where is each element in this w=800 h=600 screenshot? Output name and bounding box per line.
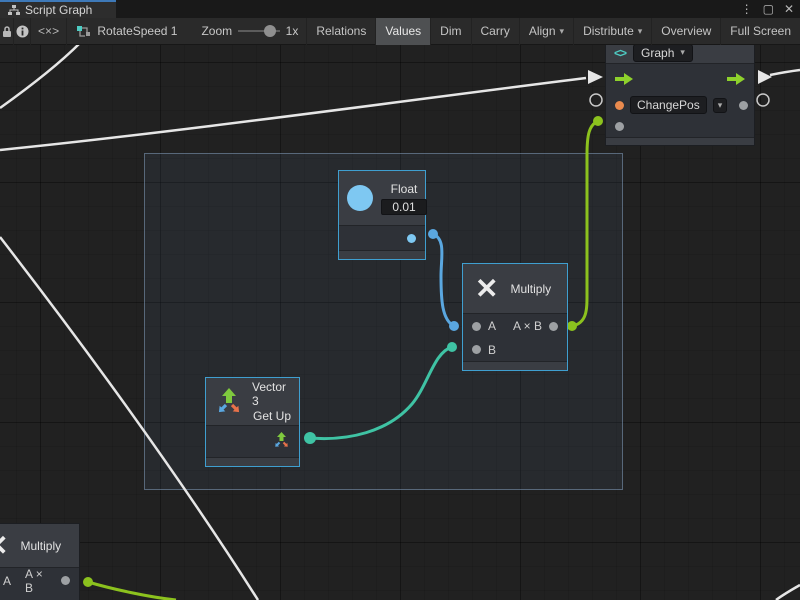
port-b-label: B — [488, 343, 496, 357]
toolbar-button-carry[interactable]: Carry — [471, 18, 519, 45]
zoom-label: Zoom — [201, 24, 232, 38]
node-graph[interactable]: <> Graph ▾ ChangePos — [605, 42, 755, 146]
toolbar-button-overview[interactable]: Overview — [651, 18, 720, 45]
float-icon — [347, 185, 373, 211]
multiply-icon: ✕ — [475, 275, 498, 303]
chevron-down-icon: ▾ — [638, 26, 643, 37]
window-close-icon[interactable]: ✕ — [784, 2, 794, 16]
lock-icon — [1, 25, 13, 38]
button-label: Distribute — [583, 24, 634, 38]
graph-breadcrumb-icon — [77, 25, 91, 38]
port-a-label: A — [488, 319, 496, 333]
node-footer — [206, 457, 299, 466]
tab-title: Script Graph — [25, 3, 92, 17]
lock-button[interactable] — [0, 18, 14, 45]
code-preview-button[interactable]: <×> — [31, 18, 68, 45]
script-graph-icon — [8, 5, 20, 16]
node-multiply[interactable]: ✕ Multiply A A × B B — [462, 263, 568, 371]
code-icon: <×> — [38, 24, 59, 38]
toolbar-button-fullscreen[interactable]: Full Screen — [720, 18, 800, 45]
float-title: Float — [391, 182, 418, 196]
info-button[interactable] — [14, 18, 30, 45]
tab-script-graph[interactable]: Script Graph — [0, 0, 116, 18]
vector3-title: Vector 3 — [252, 380, 291, 408]
window-menu-icon[interactable]: ⋮ — [741, 2, 753, 16]
float-value-input[interactable]: 0.01 — [381, 199, 427, 215]
chevron-down-icon: ▾ — [560, 26, 565, 37]
window-maximize-icon[interactable]: ▢ — [763, 2, 774, 16]
port-output-gray[interactable] — [739, 101, 748, 110]
button-label: Carry — [481, 24, 510, 38]
breadcrumb[interactable]: RotateSpeed 1 — [67, 24, 187, 38]
button-label: Relations — [316, 24, 366, 38]
port-vector3-output[interactable] — [273, 432, 290, 448]
getup-title: Get Up — [253, 409, 291, 423]
port-a-input[interactable] — [472, 322, 481, 331]
graph-toolbar: <×> RotateSpeed 1 Zoom 1x Relations Valu… — [0, 18, 800, 45]
toolbar-button-values[interactable]: Values — [375, 18, 430, 45]
node-footer — [339, 250, 425, 259]
port-out-label: A × B — [513, 319, 542, 333]
graph-title: Graph — [641, 46, 674, 60]
vector3-icon — [214, 387, 244, 416]
node-footer — [463, 361, 567, 370]
script-graph-window: <> Graph ▾ ChangePos — [0, 0, 800, 600]
flow-output-arrow-icon[interactable] — [727, 73, 745, 85]
multiply-icon: ✕ — [0, 532, 8, 560]
toolbar-button-distribute[interactable]: Distribute ▾ — [573, 18, 651, 45]
port-out-label: A × B — [25, 567, 54, 595]
button-label: Dim — [440, 24, 461, 38]
button-label: Overview — [661, 24, 711, 38]
zoom-value: 1x — [286, 24, 299, 38]
node-footer — [606, 137, 754, 145]
button-label: Align — [529, 24, 556, 38]
info-icon — [16, 25, 29, 38]
button-label: Values — [385, 24, 421, 38]
tab-bar: Script Graph — [0, 0, 800, 18]
node-float[interactable]: Float 0.01 — [338, 170, 426, 260]
changepos-caret-button[interactable]: ▾ — [713, 98, 728, 113]
zoom-slider-handle[interactable] — [264, 25, 276, 37]
flow-input-arrow-icon[interactable] — [615, 73, 633, 85]
chevron-down-icon: ▾ — [718, 100, 723, 111]
port-input-gray[interactable] — [615, 122, 624, 131]
changepos-dropdown[interactable]: ChangePos — [630, 96, 707, 114]
toolbar-button-align[interactable]: Align ▾ — [519, 18, 573, 45]
port-b-input[interactable] — [472, 345, 481, 354]
graph-brackets-icon: <> — [614, 46, 626, 60]
chevron-down-icon: ▾ — [680, 47, 685, 58]
button-label: Full Screen — [730, 24, 791, 38]
node-vector3-get-up[interactable]: Vector 3 Get Up — [205, 377, 300, 467]
port-float-output[interactable] — [407, 234, 416, 243]
changepos-value: ChangePos — [637, 98, 700, 112]
port-a-label: A — [3, 574, 11, 588]
port-input-orange[interactable] — [615, 101, 624, 110]
toolbar-button-relations[interactable]: Relations — [306, 18, 375, 45]
port-out[interactable] — [61, 576, 70, 585]
multiply-title: Multiply — [510, 282, 551, 296]
port-out[interactable] — [549, 322, 558, 331]
toolbar-button-dim[interactable]: Dim — [430, 18, 470, 45]
multiply-title: Multiply — [20, 539, 61, 553]
graph-title-dropdown[interactable]: Graph ▾ — [633, 44, 693, 62]
breadcrumb-label: RotateSpeed 1 — [97, 24, 177, 38]
node-multiply-bottom[interactable]: ✕ Multiply A A × B — [0, 523, 80, 600]
zoom-slider[interactable] — [238, 30, 280, 32]
